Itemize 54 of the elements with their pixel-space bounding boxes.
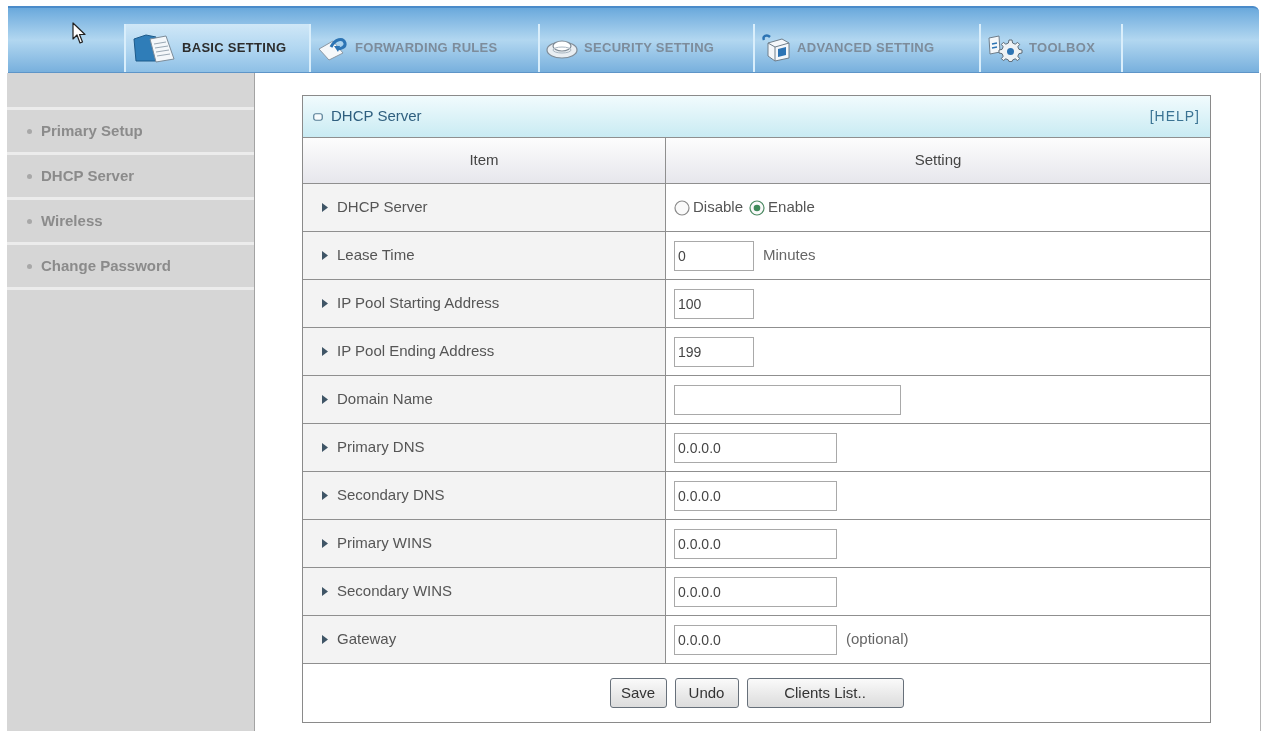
- column-header: Setting: [666, 138, 1210, 184]
- field-label: Secondary DNS: [337, 485, 445, 506]
- field-label: Gateway: [337, 629, 397, 650]
- box-icon: [761, 34, 791, 62]
- input-field[interactable]: 0.0.0.0: [674, 528, 837, 559]
- field-label: DHCP Server: [337, 197, 428, 218]
- help-link[interactable]: [HELP]: [1149, 106, 1200, 127]
- clients-list-button[interactable]: Clients List..: [746, 678, 904, 708]
- disc-icon: [546, 37, 578, 59]
- field-label: Primary WINS: [337, 533, 432, 554]
- folder-document-icon: [132, 33, 176, 63]
- input-field[interactable]: 0.0.0.0: [674, 432, 837, 463]
- triangle-icon: [322, 251, 328, 260]
- field-label: IP Pool Ending Address: [337, 341, 495, 362]
- triangle-icon: [322, 299, 328, 308]
- bullet-icon: [27, 263, 32, 269]
- suffix-text: (optional): [846, 629, 909, 650]
- bullet-icon: [27, 173, 32, 179]
- triangle-icon: [322, 587, 328, 596]
- bullet-icon: [27, 128, 32, 134]
- field-label: Domain Name: [337, 389, 433, 410]
- triangle-icon: [322, 347, 328, 356]
- column-header: Item: [303, 138, 666, 184]
- field-label: Primary DNS: [337, 437, 425, 458]
- save-button[interactable]: Save: [609, 678, 667, 708]
- input-field[interactable]: 0: [674, 240, 754, 271]
- triangle-icon: [322, 491, 328, 500]
- field-label: Lease Time: [337, 245, 415, 266]
- triangle-icon: [322, 395, 328, 404]
- radio-label: Enable: [768, 197, 815, 218]
- triangle-icon: [322, 539, 328, 548]
- input-field[interactable]: [674, 384, 901, 415]
- nav-tab[interactable]: BASIC SETTING: [124, 24, 311, 72]
- input-field[interactable]: 0.0.0.0: [674, 624, 837, 655]
- input-field[interactable]: 0.0.0.0: [674, 480, 837, 511]
- triangle-icon: [322, 635, 328, 644]
- cursor-icon: [72, 22, 86, 44]
- radio-button[interactable]: [749, 199, 766, 216]
- gear-icon: [987, 34, 1023, 62]
- input-field[interactable]: 199: [674, 336, 754, 367]
- bullet-icon: [27, 218, 32, 224]
- panel-title: DHCP Server: [331, 106, 422, 127]
- input-field[interactable]: 100: [674, 288, 754, 319]
- triangle-icon: [322, 203, 328, 212]
- undo-button[interactable]: Undo: [674, 678, 739, 708]
- radio-button[interactable]: [674, 199, 690, 216]
- input-field[interactable]: 0.0.0.0: [674, 576, 837, 607]
- document-arrow-icon: [317, 35, 349, 61]
- field-label: IP Pool Starting Address: [337, 293, 500, 314]
- field-label: Secondary WINS: [337, 581, 453, 602]
- radio-label: Disable: [693, 197, 744, 218]
- triangle-icon: [322, 443, 328, 452]
- suffix-text: Minutes: [763, 245, 816, 266]
- square-icon: [313, 112, 323, 121]
